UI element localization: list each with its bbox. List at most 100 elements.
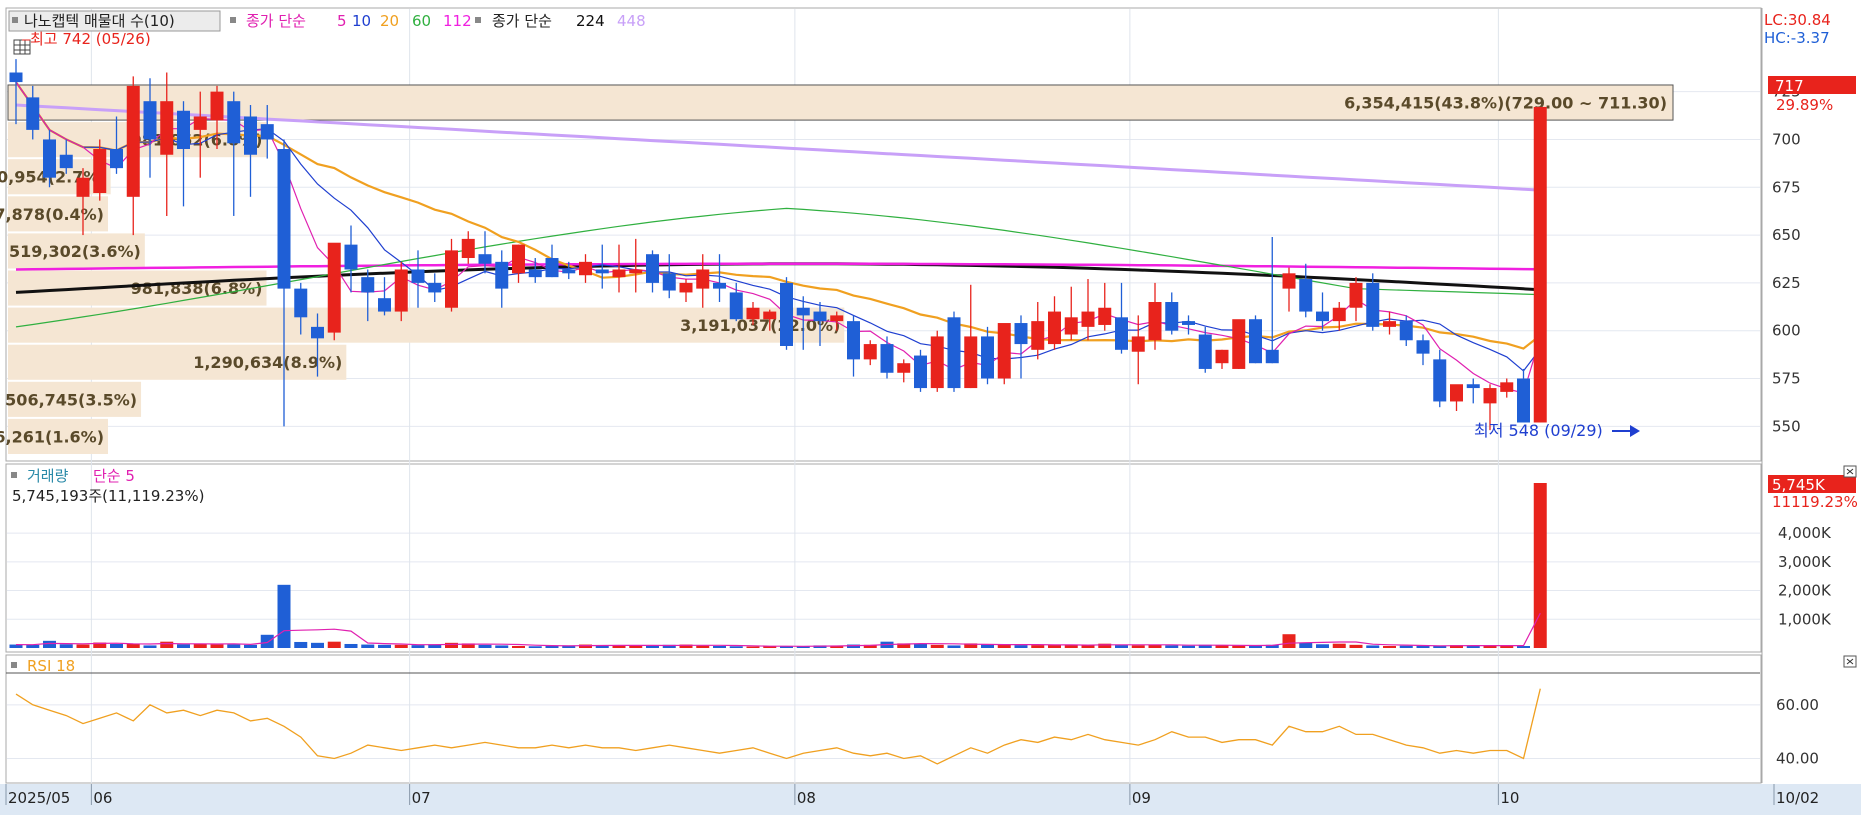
candle-up bbox=[1232, 319, 1246, 369]
volume-tick-label: 2,000K bbox=[1778, 582, 1832, 600]
legend-square-icon bbox=[12, 17, 18, 23]
volume-bar bbox=[210, 644, 224, 648]
rsi-tick-label: 60.00 bbox=[1776, 696, 1819, 714]
volume-tick-label: 1,000K bbox=[1778, 610, 1832, 628]
candle-down bbox=[361, 277, 375, 293]
candle-down bbox=[378, 298, 391, 312]
volume-summary: 5,745,193주(11,119.23%) bbox=[12, 487, 204, 505]
candle-down bbox=[294, 288, 308, 318]
volume-bar bbox=[1299, 642, 1313, 648]
volume-bar bbox=[378, 644, 391, 648]
ma112-legend[interactable]: 112 bbox=[443, 12, 472, 30]
candle-down bbox=[495, 261, 509, 289]
candle-down bbox=[244, 116, 257, 155]
candle-down bbox=[1416, 340, 1430, 354]
candle-up bbox=[1215, 349, 1229, 364]
candle-up bbox=[930, 336, 944, 389]
candle-up bbox=[327, 242, 341, 333]
volume-bar bbox=[729, 646, 743, 648]
candle-up bbox=[1031, 321, 1045, 350]
candle-down bbox=[1399, 321, 1413, 341]
candle-down bbox=[813, 311, 827, 322]
volume-panel-label[interactable]: 거래량 bbox=[27, 467, 69, 485]
indicator-name[interactable]: 나노캡텍 매물대 수(10) bbox=[24, 12, 175, 30]
ma20-legend[interactable]: 20 bbox=[380, 12, 399, 30]
volume-bar bbox=[696, 645, 710, 648]
volume-bar bbox=[1399, 645, 1413, 648]
volume-bar bbox=[1165, 645, 1179, 648]
date-tick-label: 08 bbox=[797, 789, 816, 807]
volume-bar bbox=[1081, 645, 1095, 648]
volume-bar bbox=[629, 645, 643, 648]
date-tick-label: 2025/05 bbox=[8, 789, 70, 807]
volume-profile-label: 519,302(3.6%) bbox=[9, 242, 141, 261]
ma-legend-label[interactable]: 종가 단순 bbox=[246, 12, 306, 30]
candle-up bbox=[461, 238, 475, 259]
date-tick-label: 10/02 bbox=[1776, 789, 1819, 807]
candle-up bbox=[1450, 384, 1463, 402]
candle-up bbox=[897, 363, 911, 373]
close-icon[interactable] bbox=[1843, 655, 1857, 668]
chart-canvas[interactable]: 6,354,415(43.8%)(729.00 ~ 711.30)981,852… bbox=[0, 0, 1861, 815]
candle-down bbox=[1249, 319, 1262, 364]
ma10-legend[interactable]: 10 bbox=[352, 12, 371, 30]
candle-down bbox=[981, 336, 994, 379]
candle-up bbox=[1332, 307, 1346, 322]
volume-panel[interactable] bbox=[5, 463, 1762, 653]
candle-down bbox=[1299, 279, 1313, 312]
hc-value: HC:-3.37 bbox=[1764, 29, 1830, 47]
candle-up bbox=[193, 116, 207, 130]
candle-up bbox=[746, 307, 760, 320]
volume-bar bbox=[1014, 645, 1028, 648]
candle-down bbox=[1517, 378, 1530, 423]
candle-down bbox=[562, 269, 576, 274]
candle-up bbox=[1533, 106, 1547, 423]
ma448-legend[interactable]: 448 bbox=[617, 12, 646, 30]
candle-up bbox=[579, 261, 592, 276]
candle-down bbox=[1433, 359, 1447, 402]
ma-legend-label-2[interactable]: 종가 단순 bbox=[492, 12, 552, 30]
candle-down bbox=[1115, 317, 1128, 350]
volume-last-pct: 11119.23% bbox=[1772, 493, 1858, 511]
candle-down bbox=[646, 254, 659, 283]
volume-bar bbox=[411, 645, 425, 648]
close-icon[interactable] bbox=[1843, 465, 1857, 478]
candle-up bbox=[763, 311, 777, 320]
volume-bar bbox=[1115, 645, 1128, 648]
price-panel[interactable] bbox=[5, 7, 1762, 462]
rsi-tick-label: 40.00 bbox=[1776, 750, 1819, 768]
candle-down bbox=[1366, 282, 1380, 327]
price-tick-label: 675 bbox=[1772, 178, 1801, 196]
volume-tick-label: 4,000K bbox=[1778, 524, 1832, 542]
rsi-panel-label[interactable]: RSI 18 bbox=[27, 657, 75, 675]
volume-bar bbox=[512, 645, 525, 648]
volume-profile-label: 6,354,415(43.8%)(729.00 ~ 711.30) bbox=[1344, 94, 1667, 113]
volume-bar bbox=[177, 644, 190, 648]
price-tick-label: 700 bbox=[1772, 130, 1801, 148]
stock-chart-window[interactable]: 6,354,415(43.8%)(729.00 ~ 711.30) 981,852… bbox=[0, 0, 1861, 815]
price-tick-label: 600 bbox=[1772, 322, 1801, 340]
candle-up bbox=[1081, 311, 1095, 327]
volume-bar bbox=[1282, 634, 1296, 648]
table-icon[interactable] bbox=[13, 39, 31, 55]
candle-down bbox=[478, 254, 492, 264]
candle-up bbox=[93, 149, 107, 193]
candle-down bbox=[796, 307, 810, 316]
candle-up bbox=[863, 344, 877, 360]
ma224-legend[interactable]: 224 bbox=[576, 12, 605, 30]
ma5-legend[interactable]: 5 bbox=[337, 12, 347, 30]
candle-down bbox=[1165, 302, 1179, 331]
volume-bar bbox=[143, 645, 157, 648]
volume-bar bbox=[59, 644, 73, 648]
x-axis-bar bbox=[0, 784, 1861, 815]
candle-down bbox=[26, 97, 40, 130]
candle-up bbox=[1148, 302, 1162, 341]
ma60-legend[interactable]: 60 bbox=[412, 12, 431, 30]
legend-square-icon bbox=[11, 472, 17, 478]
candle-up bbox=[76, 177, 90, 197]
candle-down bbox=[914, 355, 927, 389]
candle-down bbox=[177, 110, 190, 150]
date-tick-label: 07 bbox=[412, 789, 431, 807]
candle-up bbox=[1064, 317, 1078, 335]
volume-ma-label[interactable]: 단순 5 bbox=[93, 467, 135, 485]
